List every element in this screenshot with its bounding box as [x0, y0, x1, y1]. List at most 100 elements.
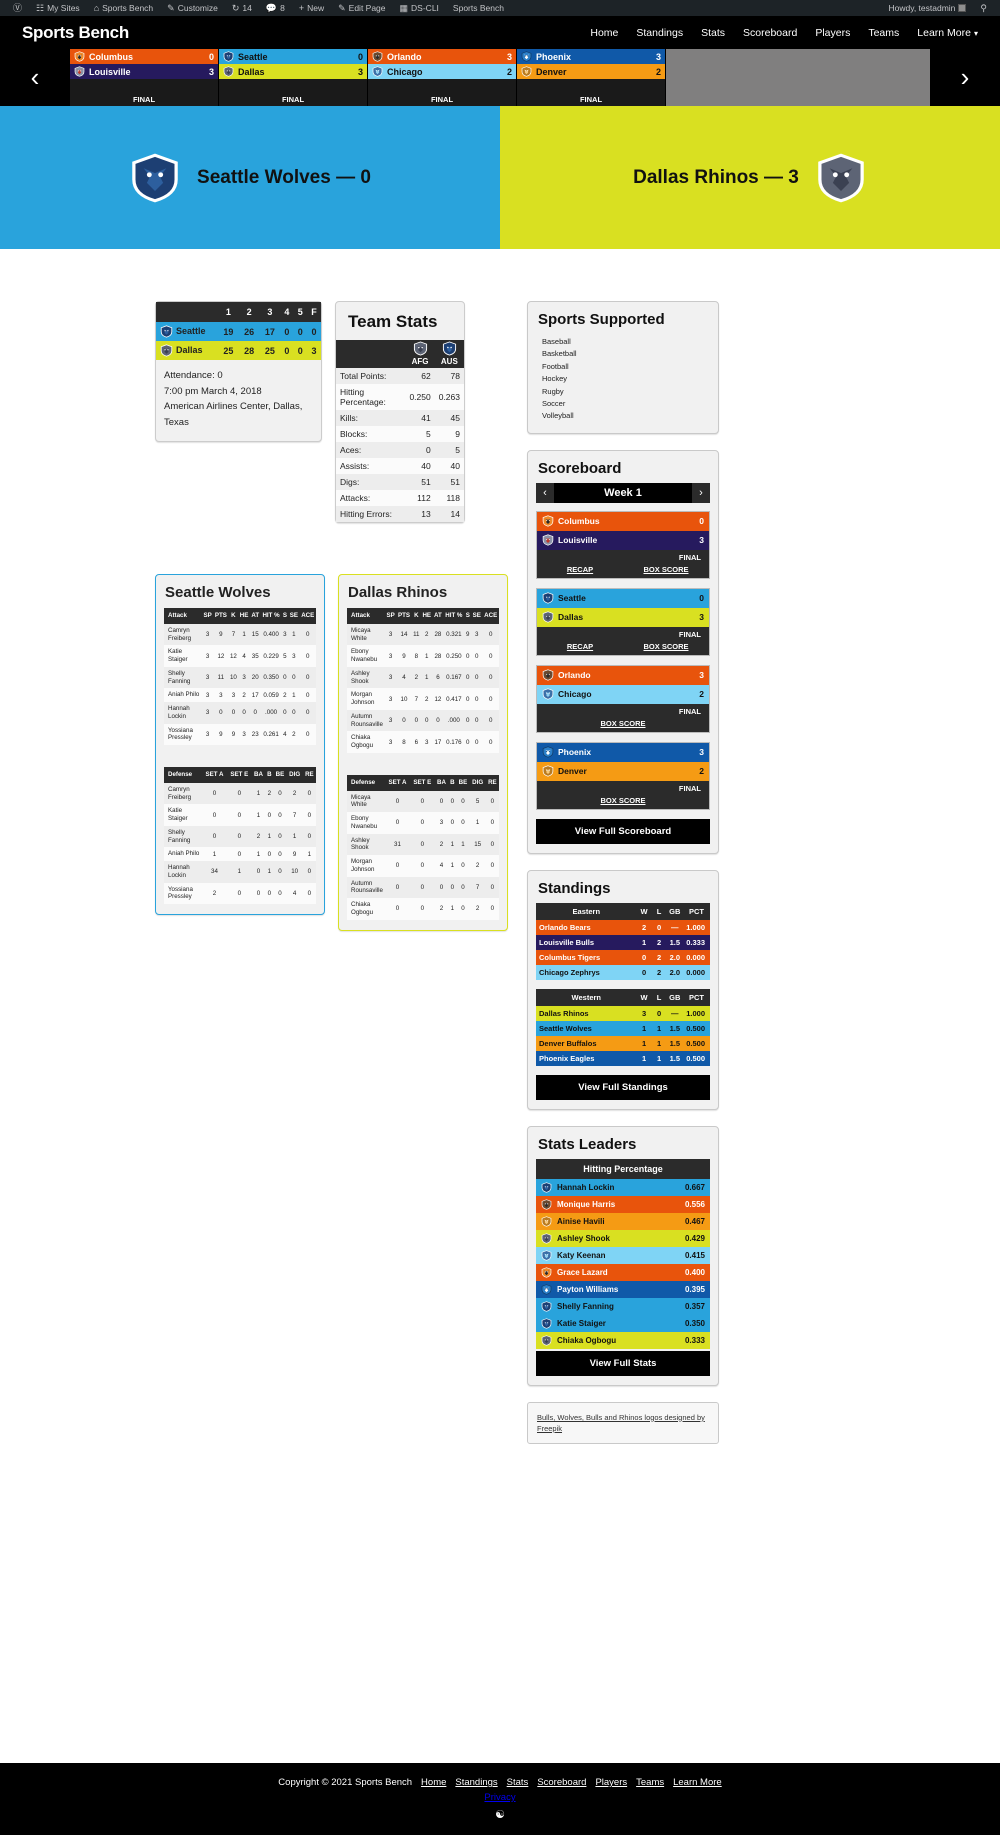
table-row[interactable]: Aniah Philo 3 3 3 2 17 0.059 2 1 0 [164, 688, 316, 702]
table-row[interactable]: Hannah Lockin 3 0 0 0 0.000 0 0 0 [164, 702, 316, 724]
list-item[interactable]: Ainise Havili 0.467 [536, 1212, 710, 1230]
admin-bar-ds-cli[interactable]: ▦ DS-CLI [393, 0, 446, 16]
table-row[interactable]: Louisville Bulls 1 2 1.5 0.333 [536, 934, 710, 950]
admin-bar-customize[interactable]: ✎ Customize [160, 0, 225, 16]
admin-bar-my-sites[interactable]: ☷ My Sites [29, 0, 87, 16]
stats-leaders-body: Hitting Percentage Hannah Lockin 0.667 Mon… [528, 1158, 718, 1385]
ticker-game[interactable]: Columbus 0 Louisville 3 FINAL [70, 49, 219, 106]
scoreboard-game[interactable]: Orlando 3 Chicago 2 FINAL BOX SCORE [536, 664, 710, 733]
table-row[interactable]: Ebony Nwanebu 0 0 3 0 0 1 0 [347, 812, 499, 834]
list-item[interactable]: Monique Harris 0.556 [536, 1195, 710, 1213]
leader-player-name: Grace Lazard [557, 1267, 608, 1277]
admin-bar-search[interactable]: ⚲ [973, 0, 994, 16]
table-row[interactable]: Shelly Fanning 3 11 10 3 20 0.350 0 0 0 [164, 666, 316, 689]
footer-link-players[interactable]: Players [595, 1777, 627, 1788]
table-row[interactable]: Seattle Wolves 1 1 1.5 0.500 [536, 1020, 710, 1036]
admin-bar-howdy[interactable]: Howdy, testadmin [881, 0, 973, 16]
list-item[interactable]: Katie Staiger 0.350 [536, 1314, 710, 1332]
footer-link-learn-more[interactable]: Learn More [673, 1777, 722, 1788]
defense-cell: 0 [395, 862, 400, 870]
table-row[interactable]: Autumn Rounsaville 3 0 0 0 0.000 0 0 0 [347, 709, 499, 732]
nav-item-scoreboard[interactable]: Scoreboard [743, 27, 797, 39]
footer-link-teams[interactable]: Teams [636, 1777, 664, 1788]
footer-link-privacy[interactable]: Privacy [484, 1792, 515, 1803]
admin-bar-wordpress[interactable]: Ⓥ [6, 0, 29, 16]
table-row[interactable]: Katie Staiger 0 0 1 0 0 7 0 [164, 804, 316, 826]
ticker-game[interactable]: Seattle 0 Dallas 3 FINAL [219, 49, 368, 106]
admin-bar-updates[interactable]: ↻ 14 [225, 0, 259, 16]
table-row[interactable]: Aniah Philo 1 0 1 0 0 9 1 [164, 847, 316, 861]
table-row[interactable]: Chiaka Ogbogu 3 8 6 3 17 0.176 0 0 0 [347, 731, 499, 753]
view-full-stats-button[interactable]: View Full Stats [536, 1350, 710, 1376]
table-row[interactable]: Dallas 25 28 25 0 0 3 [156, 341, 321, 360]
list-item[interactable]: Chiaka Ogbogu 0.333 [536, 1331, 710, 1349]
box-score-link[interactable]: BOX SCORE [537, 796, 709, 805]
table-row[interactable]: Shelly Fanning 0 0 2 1 0 1 0 [164, 825, 316, 848]
table-row[interactable]: Orlando Bears 2 0 — 1.000 [536, 919, 710, 935]
ticker-next-button[interactable]: › [930, 49, 1000, 106]
week-prev-button[interactable]: ‹ [536, 482, 554, 503]
admin-bar-comments[interactable]: 💬 8 [259, 0, 292, 16]
leader-value: 0.429 [684, 1233, 705, 1243]
recap-link[interactable]: RECAP [537, 642, 623, 651]
admin-bar-site-name[interactable]: ⌂ Sports Bench [87, 0, 160, 16]
table-row[interactable]: Ashley Shook 3 4 2 1 6 0.167 0 0 0 [347, 666, 499, 689]
ticker-game[interactable]: Phoenix 3 Denver 2 FINAL [517, 49, 666, 106]
nav-item-stats[interactable]: Stats [701, 27, 725, 39]
list-item[interactable]: Shelly Fanning 0.357 [536, 1297, 710, 1315]
table-row[interactable]: Yossiana Pressley 3 9 9 3 23 0.261 4 2 0 [164, 723, 316, 745]
table-row[interactable]: Morgan Johnson 3 10 7 2 12 0.417 0 0 0 [347, 688, 499, 710]
list-item[interactable]: Ashley Shook 0.429 [536, 1229, 710, 1247]
table-row[interactable]: Dallas Rhinos 3 0 — 1.000 [536, 1005, 710, 1021]
table-row[interactable]: Katie Staiger 3 12 12 4 35 0.229 5 3 0 [164, 645, 316, 667]
table-row[interactable]: Micaya White 3 14 11 2 28 0.321 9 3 0 [347, 623, 499, 646]
nav-item-players[interactable]: Players [815, 27, 850, 39]
view-full-standings-button[interactable]: View Full Standings [536, 1074, 710, 1100]
admin-bar-edit-page[interactable]: ✎ Edit Page [331, 0, 392, 16]
scoreboard-game[interactable]: Columbus 0 Louisville 3 FINAL RECAP BOX SCORE [536, 510, 710, 579]
table-row[interactable]: Camryn Freiberg 3 9 7 1 15 0.400 3 1 0 [164, 623, 316, 646]
scoreboard-game[interactable]: Phoenix 3 Denver 2 FINAL BOX SCORE [536, 741, 710, 810]
admin-bar-new[interactable]: + New [292, 0, 331, 16]
nav-item-home[interactable]: Home [590, 27, 618, 39]
recap-link[interactable]: RECAP [537, 565, 623, 574]
ticker-game[interactable]: Orlando 3 Chicago 2 FINAL [368, 49, 517, 106]
attack-header-cell: AT [432, 608, 444, 624]
table-row[interactable]: Yossiana Pressley 2 0 0 0 0 4 0 [164, 882, 316, 904]
footer-link-stats[interactable]: Stats [507, 1777, 529, 1788]
admin-bar-sports-bench[interactable]: Sports Bench [446, 0, 511, 16]
view-full-scoreboard-button[interactable]: View Full Scoreboard [536, 818, 710, 844]
table-row[interactable]: Phoenix Eagles 1 1 1.5 0.500 [536, 1050, 710, 1066]
table-row[interactable]: Chiaka Ogbogu 0 0 2 1 0 2 0 [347, 898, 499, 920]
ticker-prev-button[interactable]: ‹ [0, 49, 70, 106]
table-row[interactable]: Camryn Freiberg 0 0 1 2 0 2 0 [164, 782, 316, 805]
list-item[interactable]: Payton Williams 0.395 [536, 1280, 710, 1298]
nav-item-learn-more[interactable]: Learn More ▾ [917, 27, 978, 39]
footer-link-standings[interactable]: Standings [455, 1777, 497, 1788]
table-row[interactable]: Columbus Tigers 0 2 2.0 0.000 [536, 949, 710, 965]
table-row[interactable]: Seattle 19 26 17 0 0 0 [156, 322, 321, 341]
rss-icon[interactable]: ☯ [0, 1808, 1000, 1821]
nav-item-teams[interactable]: Teams [868, 27, 899, 39]
nav-item-standings[interactable]: Standings [636, 27, 683, 39]
week-next-button[interactable]: › [692, 482, 710, 503]
table-row[interactable]: Autumn Rounsaville 0 0 0 0 0 7 0 [347, 876, 499, 898]
table-row[interactable]: Ashley Shook 31 0 2 1 1 15 0 [347, 833, 499, 855]
table-row[interactable]: Morgan Johnson 0 0 4 1 0 2 0 [347, 855, 499, 877]
footer-link-scoreboard[interactable]: Scoreboard [537, 1777, 586, 1788]
logo-credit-link[interactable]: Bulls, Wolves, Bulls and Rhinos logos de… [537, 1413, 705, 1433]
table-row[interactable]: Ebony Nwanebu 3 9 8 1 28 0.250 0 0 0 [347, 645, 499, 667]
table-row[interactable]: Denver Buffalos 1 1 1.5 0.500 [536, 1035, 710, 1051]
box-score-link[interactable]: BOX SCORE [623, 642, 709, 651]
footer-link-home[interactable]: Home [421, 1777, 446, 1788]
page-title[interactable]: Sports Bench [22, 23, 129, 43]
list-item[interactable]: Hannah Lockin 0.667 [536, 1178, 710, 1196]
box-score-link[interactable]: BOX SCORE [537, 719, 709, 728]
table-row[interactable]: Hannah Lockin 34 1 0 1 0 10 0 [164, 861, 316, 883]
box-score-link[interactable]: BOX SCORE [623, 565, 709, 574]
table-row[interactable]: Micaya White 0 0 0 0 0 5 0 [347, 790, 499, 812]
list-item[interactable]: Katy Keenan 0.415 [536, 1246, 710, 1264]
scoreboard-game[interactable]: Seattle 0 Dallas 3 FINAL RECAP BOX SCORE [536, 587, 710, 656]
table-row[interactable]: Chicago Zephrys 0 2 2.0 0.000 [536, 964, 710, 980]
list-item[interactable]: Grace Lazard 0.400 [536, 1263, 710, 1281]
